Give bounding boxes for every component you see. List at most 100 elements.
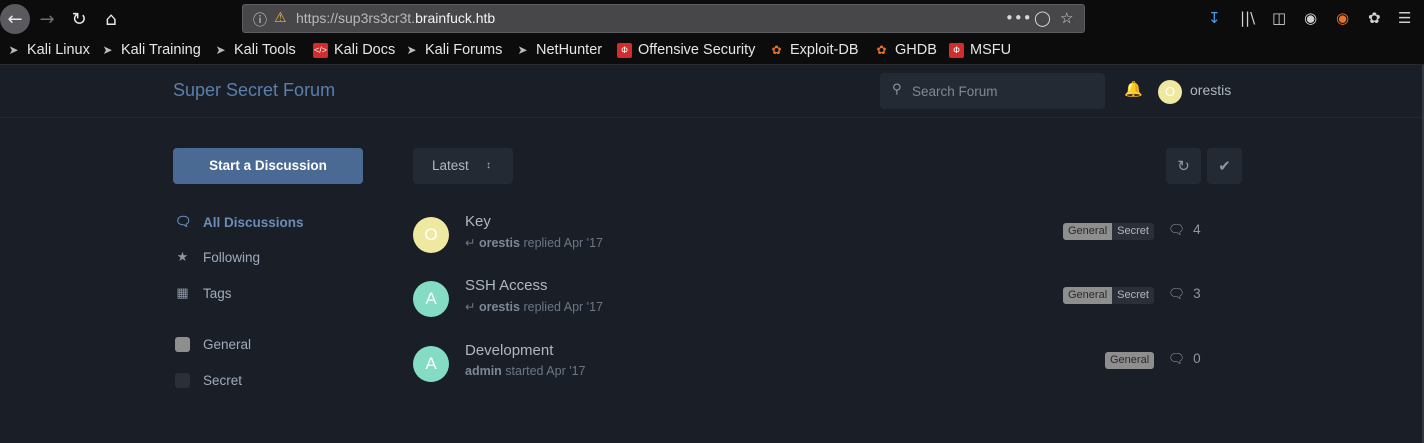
extension-icon[interactable]: ◉ xyxy=(1336,9,1349,27)
tags-grid-icon: ▦ xyxy=(176,285,189,300)
discussion-tags: General xyxy=(1105,352,1155,369)
url-text[interactable]: https://sup3rs3cr3t.brainfuck.htb xyxy=(296,10,495,26)
tag-general[interactable]: General xyxy=(1105,352,1155,369)
bookmark-nethunter[interactable]: ➤ NetHunter xyxy=(515,42,602,58)
discussion-meta: ↵ orestis replied Apr '17 xyxy=(465,299,603,314)
back-button[interactable]: ← xyxy=(0,4,30,34)
kali-dragon-icon: ➤ xyxy=(8,42,19,57)
pocket-icon[interactable]: ◯ xyxy=(1034,9,1051,27)
bookmark-label: Exploit-DB xyxy=(790,42,859,58)
discussion-action: replied Apr '17 xyxy=(523,236,603,250)
cookie-icon[interactable]: ✿ xyxy=(1368,9,1381,27)
refresh-icon: ↻ xyxy=(1177,157,1190,175)
refresh-button[interactable]: ↻ xyxy=(1166,148,1201,184)
discussion-user[interactable]: orestis xyxy=(479,300,520,314)
bookmark-msfu[interactable]: Ф MSFU xyxy=(949,42,1011,58)
tag-general[interactable]: General xyxy=(1063,287,1113,304)
avatar[interactable]: A xyxy=(413,346,449,382)
search-box[interactable]: ⚲ xyxy=(880,73,1105,109)
sidebar-item-all-discussions[interactable]: 🗨 All Discussions xyxy=(175,214,304,230)
offsec-icon: Ф xyxy=(949,42,964,58)
account-icon[interactable]: ◉ xyxy=(1304,9,1317,27)
list-item[interactable]: A Development admin started Apr '17 Gene… xyxy=(413,342,1243,392)
start-discussion-button[interactable]: Start a Discussion xyxy=(173,148,363,184)
reply-count-value: 0 xyxy=(1193,351,1201,366)
sidebar-item-label: All Discussions xyxy=(203,214,304,230)
bookmark-kali-forums[interactable]: ➤ Kali Forums xyxy=(404,42,502,58)
sidebar-item-label: Tags xyxy=(203,285,232,301)
discussion-tags: General Secret xyxy=(1063,223,1154,240)
bookmark-kali-docs[interactable]: </> Kali Docs xyxy=(313,42,395,58)
mark-all-read-button[interactable]: ✔ xyxy=(1207,148,1242,184)
check-icon: ✔ xyxy=(1218,157,1231,175)
bookmark-label: Kali Linux xyxy=(27,42,90,58)
sidebar-tag-general[interactable]: General xyxy=(175,337,251,352)
user-name[interactable]: orestis xyxy=(1190,82,1231,98)
sidebar-tag-secret[interactable]: Secret xyxy=(175,373,242,388)
bookmark-label: NetHunter xyxy=(536,42,603,58)
discussion-user[interactable]: orestis xyxy=(479,236,520,250)
search-input[interactable] xyxy=(912,73,1102,109)
tag-secret[interactable]: Secret xyxy=(1112,223,1154,240)
url-bar[interactable]: ⓘ ⚠ https://sup3rs3cr3t.brainfuck.htb ••… xyxy=(242,4,1085,33)
avatar[interactable]: O xyxy=(413,217,449,253)
bookmarks-toolbar: ➤ Kali Linux ➤ Kali Training ➤ Kali Tools <… xyxy=(0,38,1424,65)
info-icon[interactable]: ⓘ xyxy=(253,10,267,30)
download-icon[interactable]: ↧ xyxy=(1208,9,1221,27)
reply-icon: ↵ xyxy=(465,300,476,314)
bookmark-kali-tools[interactable]: ➤ Kali Tools xyxy=(213,42,296,58)
sidebar-tag-label: General xyxy=(203,337,252,352)
url-prefix: https://sup3rs3cr3t. xyxy=(296,10,416,26)
list-item[interactable]: O Key ↵ orestis replied Apr '17 General … xyxy=(413,213,1243,263)
comment-icon: 🗨 xyxy=(1168,351,1186,366)
tag-color-swatch xyxy=(175,373,190,388)
bookmark-label: Kali Docs xyxy=(334,42,396,58)
insecure-lock-icon[interactable]: ⚠ xyxy=(274,10,287,26)
avatar[interactable]: A xyxy=(413,281,449,317)
notifications-bell-icon[interactable]: 🔔 xyxy=(1124,80,1143,98)
discussion-meta: ↵ orestis replied Apr '17 xyxy=(465,235,603,250)
home-button[interactable]: ⌂ xyxy=(96,4,126,34)
bookmark-offensive-security[interactable]: Ф Offensive Security xyxy=(617,42,755,58)
reload-button[interactable]: ↻ xyxy=(64,4,94,34)
list-item[interactable]: A SSH Access ↵ orestis replied Apr '17 G… xyxy=(413,277,1243,327)
bookmark-label: Kali Tools xyxy=(234,42,296,58)
menu-icon[interactable]: ☰ xyxy=(1398,9,1411,27)
forum-header: Super Secret Forum ⚲ 🔔 O orestis xyxy=(0,65,1422,118)
comment-icon: 🗨 xyxy=(1168,222,1186,237)
discussion-user[interactable]: admin xyxy=(465,364,502,378)
kali-docs-icon: </> xyxy=(313,42,328,58)
sidebar-item-following[interactable]: ★ Following xyxy=(175,249,260,265)
kali-dragon-icon: ➤ xyxy=(406,42,417,57)
page-actions-icon[interactable]: ••• xyxy=(1005,9,1032,27)
library-icon[interactable]: ||\ xyxy=(1240,9,1255,27)
discussion-title[interactable]: SSH Access xyxy=(465,277,548,294)
sort-dropdown[interactable]: Latest ↕ xyxy=(413,148,513,184)
bookmark-kali-training[interactable]: ➤ Kali Training xyxy=(100,42,200,58)
reply-count: 🗨 4 xyxy=(1168,222,1201,238)
tag-secret[interactable]: Secret xyxy=(1112,287,1154,304)
forward-button[interactable]: → xyxy=(32,4,62,34)
tag-general[interactable]: General xyxy=(1063,223,1113,240)
sidebar-item-tags[interactable]: ▦ Tags xyxy=(175,285,232,301)
bookmark-exploit-db[interactable]: ✿ Exploit-DB xyxy=(769,42,859,58)
kali-dragon-icon: ➤ xyxy=(102,42,113,57)
bookmark-star-icon[interactable]: ☆ xyxy=(1060,9,1073,27)
discussion-tags: General Secret xyxy=(1063,287,1154,304)
sidebar-icon[interactable]: ◫ xyxy=(1272,9,1286,27)
bookmark-kali-linux[interactable]: ➤ Kali Linux xyxy=(6,42,90,58)
offsec-icon: Ф xyxy=(617,42,632,58)
sidebar-item-label: Following xyxy=(203,249,261,265)
comment-icon: 🗨 xyxy=(1168,286,1186,301)
bookmark-label: GHDB xyxy=(895,42,937,58)
reply-count-value: 3 xyxy=(1193,286,1201,301)
forum-title[interactable]: Super Secret Forum xyxy=(173,80,335,101)
avatar[interactable]: O xyxy=(1158,80,1182,104)
exploit-db-icon: ✿ xyxy=(771,42,782,57)
discussion-meta: admin started Apr '17 xyxy=(465,364,586,378)
discussion-title[interactable]: Development xyxy=(465,342,553,359)
discussion-title[interactable]: Key xyxy=(465,213,491,230)
bookmark-ghdb[interactable]: ✿ GHDB xyxy=(874,42,937,58)
reply-count-value: 4 xyxy=(1193,222,1201,237)
forum-page: Super Secret Forum ⚲ 🔔 O orestis Start a… xyxy=(0,65,1424,443)
